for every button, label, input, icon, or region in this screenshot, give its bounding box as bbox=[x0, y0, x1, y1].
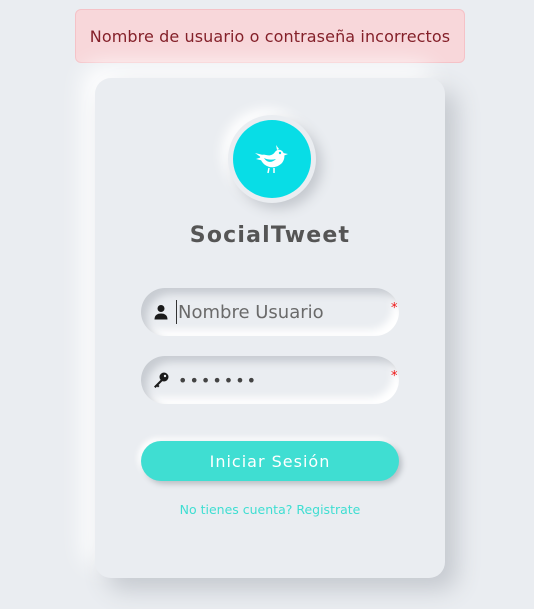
username-input[interactable] bbox=[176, 292, 376, 332]
password-required-mark: * bbox=[391, 369, 398, 384]
username-required-mark: * bbox=[391, 301, 398, 316]
login-card: SocialTweet * * Iniciar Sesión No tienes… bbox=[95, 78, 445, 578]
bird-icon bbox=[255, 145, 288, 174]
password-field bbox=[141, 356, 399, 404]
login-button[interactable]: Iniciar Sesión bbox=[141, 441, 399, 481]
text-cursor bbox=[176, 300, 177, 324]
logo-ring bbox=[228, 115, 316, 203]
key-icon bbox=[150, 369, 172, 391]
logo bbox=[233, 120, 311, 198]
user-icon bbox=[150, 301, 172, 323]
error-alert-text: Nombre de usuario o contraseña incorrect… bbox=[89, 26, 451, 46]
password-input[interactable] bbox=[176, 360, 376, 400]
error-alert: Nombre de usuario o contraseña incorrect… bbox=[75, 9, 465, 63]
app-title: SocialTweet bbox=[189, 223, 351, 248]
username-field bbox=[141, 288, 399, 336]
signup-link[interactable]: No tienes cuenta? Registrate bbox=[95, 502, 445, 517]
